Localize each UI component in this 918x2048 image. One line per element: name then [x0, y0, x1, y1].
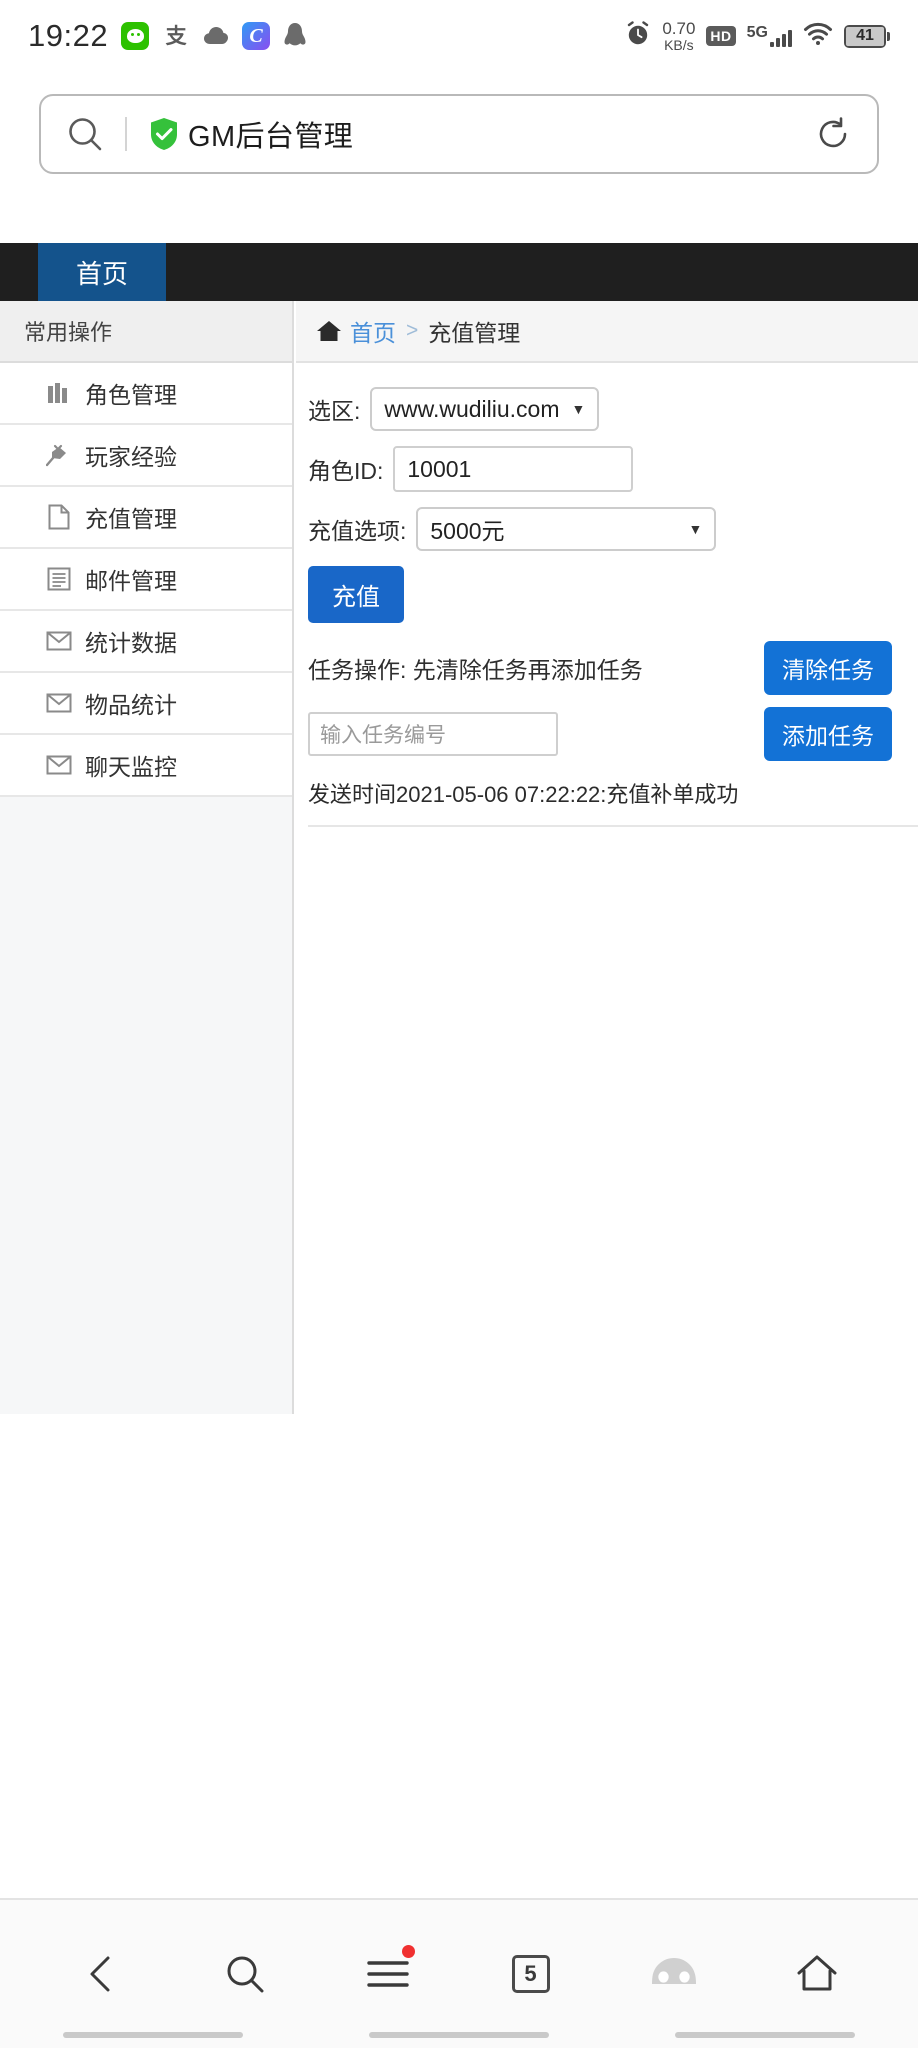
- status-clock: 19:22: [28, 18, 109, 53]
- browser-bottom-bar: 5: [0, 1898, 918, 2048]
- task-number-input[interactable]: 输入任务编号: [308, 712, 558, 756]
- zone-label: 选区:: [308, 398, 361, 424]
- cloud-icon: [203, 25, 229, 47]
- sidebar: 常用操作 角色管理 玩家经验 充值管理 邮件管理 统计数据 物品统计 聊天监控: [0, 301, 294, 1414]
- clear-task-button[interactable]: 清除任务: [764, 641, 892, 695]
- nav-tab-home[interactable]: 首页: [38, 243, 166, 301]
- panel-divider: [308, 825, 918, 827]
- chevron-down-icon: ▼: [688, 521, 703, 537]
- recharge-button-row: 充值: [308, 566, 918, 623]
- search-icon[interactable]: [210, 1939, 280, 2009]
- gesture-bar: [675, 2032, 855, 2038]
- search-icon[interactable]: [67, 116, 103, 152]
- page-content: 常用操作 角色管理 玩家经验 充值管理 邮件管理 统计数据 物品统计 聊天监控 …: [0, 301, 918, 1414]
- role-id-input[interactable]: 10001: [393, 446, 634, 492]
- notification-dot: [401, 1945, 415, 1958]
- sidebar-item-label: 物品统计: [85, 692, 177, 718]
- add-task-button[interactable]: 添加任务: [764, 707, 892, 761]
- sidebar-item-item-statistics[interactable]: 物品统计: [0, 673, 292, 735]
- browser-toolbar: GM后台管理: [0, 82, 918, 186]
- breadcrumb: 首页 > 充值管理: [296, 301, 918, 363]
- status-bar: 19:22 支 C 0.70 KB/s HD 5G 41: [0, 0, 918, 72]
- role-id-label: 角色ID:: [308, 458, 384, 484]
- recharge-form: 选区: www.wudiliu.com ▼ 角色ID: 10001 充值选项: …: [296, 363, 918, 827]
- gesture-indicators: [0, 2032, 918, 2038]
- home-icon[interactable]: [782, 1939, 852, 2009]
- qq-icon: [283, 22, 307, 50]
- envelope-icon: [46, 752, 72, 778]
- toolbar-divider: [125, 117, 127, 151]
- zone-row: 选区: www.wudiliu.com ▼: [308, 387, 918, 431]
- home-icon: [316, 319, 342, 343]
- role-id-row: 角色ID: 10001: [308, 446, 918, 492]
- c-app-icon: C: [242, 22, 271, 50]
- sidebar-item-mail-management[interactable]: 邮件管理: [0, 549, 292, 611]
- sidebar-header: 常用操作: [0, 301, 292, 363]
- site-topnav: 首页: [0, 243, 918, 301]
- sidebar-item-label: 玩家经验: [85, 444, 177, 470]
- page-title: GM后台管理: [188, 121, 354, 153]
- recharge-option-value: 5000元: [430, 518, 505, 544]
- gesture-bar: [369, 2032, 549, 2038]
- status-message: 发送时间2021-05-06 07:22:22:充值补单成功: [308, 782, 739, 807]
- sidebar-item-label: 聊天监控: [85, 754, 177, 780]
- recharge-option-row: 充值选项: 5000元 ▼: [308, 507, 918, 551]
- task-operation-row: 任务操作: 先清除任务再添加任务 清除任务: [308, 641, 918, 695]
- gesture-bar: [63, 2032, 243, 2038]
- shield-check-icon: [149, 117, 179, 151]
- tab-count-button[interactable]: 5: [496, 1939, 566, 2009]
- status-bar-right: 0.70 KB/s HD 5G 41: [625, 20, 890, 52]
- sidebar-item-player-experience[interactable]: 玩家经验: [0, 425, 292, 487]
- battery-icon: 41: [844, 24, 890, 48]
- breadcrumb-separator: >: [406, 319, 419, 342]
- zone-select[interactable]: www.wudiliu.com ▼: [370, 387, 600, 431]
- recharge-option-label: 充值选项:: [308, 518, 407, 544]
- main-panel: 首页 > 充值管理 选区: www.wudiliu.com ▼ 角色ID: 10…: [296, 301, 918, 1414]
- envelope-icon: [46, 690, 72, 716]
- task-input-row: 输入任务编号 添加任务: [308, 707, 918, 761]
- hd-icon: HD: [706, 26, 736, 46]
- books-icon: [46, 380, 72, 406]
- sidebar-item-label: 统计数据: [85, 630, 177, 656]
- refresh-icon[interactable]: [815, 116, 851, 152]
- back-icon[interactable]: [67, 1939, 137, 2009]
- profile-icon[interactable]: [639, 1939, 709, 2009]
- sidebar-item-chat-monitor[interactable]: 聊天监控: [0, 735, 292, 797]
- breadcrumb-current: 充值管理: [428, 320, 521, 346]
- status-bar-left: 19:22 支 C: [28, 18, 307, 54]
- sidebar-item-statistics-data[interactable]: 统计数据: [0, 611, 292, 673]
- phone-screen: 19:22 支 C 0.70 KB/s HD 5G 41 GM后台管理 首页 常…: [0, 0, 918, 2048]
- chevron-down-icon: ▼: [571, 401, 586, 417]
- sidebar-item-label: 充值管理: [85, 506, 177, 532]
- plug-icon: [46, 442, 72, 468]
- list-icon: [46, 566, 72, 592]
- signal-icon: 5G: [747, 25, 792, 47]
- tab-count-label: 5: [511, 1955, 550, 1993]
- sidebar-item-role-management[interactable]: 角色管理: [0, 363, 292, 425]
- envelope-icon: [46, 628, 72, 654]
- zone-select-value: www.wudiliu.com: [384, 395, 560, 422]
- sidebar-item-recharge-management[interactable]: 充值管理: [0, 487, 292, 549]
- address-bar[interactable]: GM后台管理: [39, 94, 879, 174]
- wifi-icon: [803, 22, 833, 51]
- wechat-icon: [121, 22, 150, 50]
- recharge-option-select[interactable]: 5000元 ▼: [416, 507, 717, 551]
- sidebar-item-label: 邮件管理: [85, 568, 177, 594]
- network-speed: 0.70 KB/s: [662, 18, 696, 53]
- recharge-button[interactable]: 充值: [308, 566, 404, 623]
- alipay-icon: 支: [165, 24, 187, 48]
- file-icon: [46, 504, 72, 530]
- breadcrumb-home-link[interactable]: 首页: [350, 314, 396, 348]
- task-operation-label: 任务操作: 先清除任务再添加任务: [308, 657, 643, 683]
- sidebar-item-label: 角色管理: [85, 382, 177, 408]
- menu-icon[interactable]: [353, 1939, 423, 2009]
- alarm-icon: [625, 20, 651, 52]
